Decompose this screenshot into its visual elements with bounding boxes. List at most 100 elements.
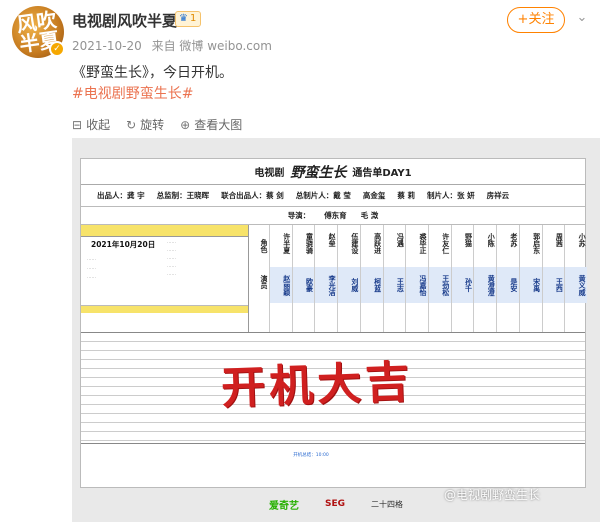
opening-stamp: 开机大吉 — [220, 356, 414, 415]
cast-column: 冯遇王志 — [382, 225, 406, 332]
follow-button[interactable]: +关注 — [507, 7, 565, 33]
role-name: 伍建设 — [350, 233, 359, 254]
producers-row: 出品人：龚 宇 总监制：王晓晖 联合出品人：蔡 剑 总制片人：戴 莹 高金玺 蔡… — [81, 185, 585, 207]
image-toolbar: ⊟ 收起 ↻ 旋转 ⊕ 查看大图 — [72, 116, 242, 133]
verified-badge-icon: ✓ — [49, 41, 65, 57]
schedule-info: 2021年10月20日 ……………… ………………………… — [81, 225, 249, 332]
director-credit: 导演： — [287, 211, 311, 220]
sheet-footer: 开机总结：10:00 — [81, 443, 585, 489]
actor-name: 王西 — [542, 267, 565, 303]
actor-name: 赵丽颖 — [270, 267, 292, 303]
iqiyi-logo: 爱奇艺 — [268, 500, 299, 512]
contact-notes: ………………………… — [167, 240, 176, 277]
topic-link[interactable]: #电视剧野蛮生长# — [72, 83, 193, 103]
view-large-button[interactable]: ⊕ 查看大图 — [180, 116, 242, 133]
schedule-grid: 2021年10月20日 ……………… ………………………… 角色 演员 许半夏赵… — [81, 225, 588, 333]
producer-credit: 出品人：龚 宇 — [97, 191, 145, 200]
collapse-button[interactable]: ⊟ 收起 — [72, 116, 110, 133]
cast-column: 高跃进柯蓝 — [359, 225, 383, 332]
cast-columns: 许半夏 赵丽颖 童骁骑 欧豪 赵垒 李光洁 伍建设 刘威 高跃进 柯蓝 冯遇 王志 裘毕正 冯嘉怡 许友仁王… — [269, 225, 588, 332]
post-meta: 2021-10-20 来自 微博 weibo.com — [72, 37, 272, 54]
rotate-icon: ↻ — [126, 117, 137, 132]
cast-column: 赵垒李光洁 — [314, 225, 338, 332]
ershi-logo: 二十四格 — [371, 499, 404, 509]
sheet-title: 电视剧 野蛮生长 通告单DAY1 — [81, 159, 585, 185]
cast-column: 裘毕正冯嘉怡 — [405, 225, 429, 332]
footer-note: 开机总结：10:00 — [293, 453, 329, 458]
producer-credit: 制片人：张 妍 — [427, 191, 475, 200]
post-image[interactable]: 电视剧 野蛮生长 通告单DAY1 出品人：龚 宇 总监制：王晓晖 联合出品人：蔡… — [72, 138, 600, 522]
actor-name: 是安 — [497, 267, 519, 303]
cast-column: 老苏是安 — [496, 225, 519, 332]
director-credit: 傅东育 — [324, 211, 347, 220]
sheet-title-prefix: 电视剧 — [254, 168, 285, 179]
producer-credit: 总制片人：戴 莹 — [295, 191, 351, 200]
director-credit: 毛 溦 — [360, 211, 379, 220]
schedule-bar — [81, 305, 248, 313]
producer-credit: 高金玺 — [362, 191, 386, 200]
role-name: 周茜 — [555, 233, 564, 247]
actor-name: 李光洁 — [315, 267, 338, 303]
role-label: 角色 — [260, 239, 268, 253]
level-badge[interactable]: ♛ 1 — [175, 11, 202, 27]
cast-table: 角色 演员 许半夏 赵丽颖 童骁骑 欧豪 赵垒 李光洁 伍建设 刘威 高跃进 柯蓝 冯遇 王志 裘毕正冯… — [249, 225, 588, 332]
call-sheet: 电视剧 野蛮生长 通告单DAY1 出品人：龚 宇 总监制：王晓晖 联合出品人：蔡… — [80, 158, 588, 489]
cast-column: 周茜王西 — [541, 225, 565, 332]
post-date[interactable]: 2021-10-20 — [72, 39, 142, 53]
author-name[interactable]: 电视剧风吹半夏 — [72, 10, 177, 31]
role-name: 童骁骑 — [305, 233, 314, 254]
actor-name: 黄澄澄 — [474, 267, 497, 303]
shoot-date: 2021年10月20日 — [91, 240, 156, 249]
view-large-label: 查看大图 — [194, 118, 243, 132]
cast-column: 童骁骑欧豪 — [291, 225, 315, 332]
magnify-icon: ⊕ — [180, 117, 191, 132]
actor-name: 柯蓝 — [360, 267, 383, 303]
actor-name: 冯嘉怡 — [406, 267, 429, 303]
role-name: 野猫 — [464, 233, 473, 247]
role-name: 许半夏 — [282, 233, 291, 254]
rotate-label: 旋转 — [140, 118, 165, 132]
sheet-title-suffix: 通告单DAY1 — [352, 168, 412, 179]
directors-row: 导演： 傅东育 毛 溦 — [81, 207, 585, 225]
cast-column: 小陈黄澄澄 — [473, 225, 497, 332]
collapse-label: 收起 — [86, 118, 111, 132]
collapse-icon: ⊟ — [72, 117, 83, 132]
schedule-header — [81, 225, 248, 237]
actor-name: 王志 — [383, 267, 406, 303]
producer-credit: 联合出品人：蔡 剑 — [221, 191, 284, 200]
actor-name: 孙千 — [451, 267, 474, 303]
watermark: @电视剧野蛮生长 — [444, 488, 541, 502]
cast-column: 野猫孙千 — [450, 225, 474, 332]
post-source: 来自 微博 weibo.com — [151, 39, 272, 53]
role-name: 老苏 — [509, 233, 518, 247]
role-name: 小陈 — [487, 233, 496, 247]
actor-name: 宋禹 — [519, 267, 542, 303]
chevron-down-icon[interactable]: ⌄ — [574, 10, 590, 26]
crown-icon: ♛ — [179, 13, 188, 24]
role-name: 高跃进 — [373, 233, 382, 254]
role-name: 裘毕正 — [419, 233, 428, 254]
role-name: 小苏 — [578, 233, 587, 247]
actor-name: 黄义威 — [565, 267, 588, 303]
producer-credit: 蔡 莉 — [397, 191, 415, 200]
role-name: 冯遇 — [396, 233, 405, 247]
post-text: 《野蛮生长》，今日开机。 — [72, 65, 233, 81]
cast-column: 小苏黄义威 — [564, 225, 588, 332]
actor-name: 王劲松 — [429, 267, 451, 303]
role-name: 郭启东 — [532, 233, 541, 254]
cast-column: 许友仁王劲松 — [428, 225, 451, 332]
role-name: 赵垒 — [328, 233, 337, 247]
seg-logo: SEG — [324, 499, 346, 509]
rotate-button[interactable]: ↻ 旋转 — [126, 116, 164, 133]
producer-credit: 房祥云 — [486, 191, 510, 200]
cast-column: 伍建设 刘威 — [337, 225, 360, 332]
actor-label: 演员 — [260, 275, 268, 289]
producer-credit: 总监制：王晓晖 — [156, 191, 210, 200]
role-name: 许友仁 — [441, 233, 450, 254]
cast-column: 许半夏赵丽颖 — [269, 225, 292, 332]
weather-notes: ……………… — [87, 257, 96, 280]
sheet-brand: 野蛮生长 — [290, 164, 347, 181]
actor-name: 欧豪 — [292, 267, 315, 303]
cast-column: 郭启东宋禹 — [518, 225, 542, 332]
level-number: 1 — [189, 13, 197, 24]
